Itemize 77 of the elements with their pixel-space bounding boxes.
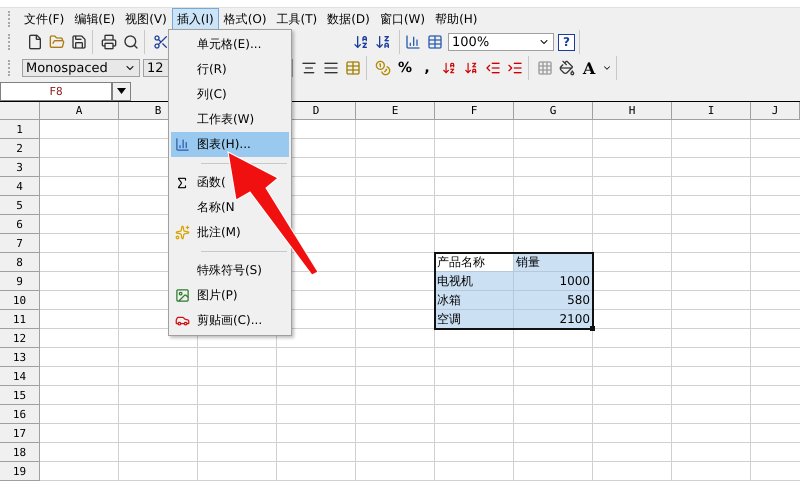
row-header[interactable]: 14 xyxy=(0,367,40,386)
table-cell: 1000 xyxy=(514,272,593,291)
row-header[interactable]: 12 xyxy=(0,329,40,348)
column-header[interactable]: F xyxy=(435,102,514,120)
row-header[interactable]: 11 xyxy=(0,310,40,329)
print-icon[interactable] xyxy=(100,33,118,51)
row-header[interactable]: 4 xyxy=(0,177,40,196)
sort-ascending-icon[interactable] xyxy=(352,33,370,51)
new-file-icon[interactable] xyxy=(26,33,44,51)
row-header[interactable]: 9 xyxy=(0,272,40,291)
menu-item[interactable]: 帮助(H) xyxy=(430,8,482,30)
bar-chart-icon xyxy=(175,137,190,152)
sparkle-icon xyxy=(175,225,190,240)
triangle-down-icon xyxy=(117,88,126,94)
column-header[interactable]: H xyxy=(593,102,672,120)
column-header[interactable]: G xyxy=(514,102,593,120)
table-cell: 空调 xyxy=(435,310,514,329)
dropdown-button[interactable] xyxy=(112,82,131,100)
help-button[interactable]: ? xyxy=(558,34,575,50)
row-header[interactable]: 18 xyxy=(0,443,40,462)
sort-descending-icon[interactable] xyxy=(374,33,392,51)
table-icon[interactable] xyxy=(426,33,444,51)
menu-entry[interactable]: 单元格(E)... xyxy=(171,32,266,57)
column-header[interactable]: E xyxy=(356,102,435,120)
fill-color-icon[interactable] xyxy=(558,59,576,77)
menu-entry[interactable]: 函数( xyxy=(171,170,230,195)
table-cell: 580 xyxy=(514,291,593,310)
row-header[interactable]: 19 xyxy=(0,462,40,481)
fill-handle[interactable] xyxy=(590,326,595,331)
row-header[interactable]: 7 xyxy=(0,234,40,253)
format-button[interactable]: % xyxy=(396,59,414,77)
row-header[interactable]: 1 xyxy=(0,120,40,139)
save-icon[interactable] xyxy=(70,33,88,51)
menu-item[interactable]: 视图(V) xyxy=(120,8,172,30)
table-cell: 冰箱 xyxy=(435,291,514,310)
row-header[interactable]: 3 xyxy=(0,158,40,177)
menu-entry[interactable]: 行(R) xyxy=(171,57,231,82)
menu-item[interactable]: 文件(F) xyxy=(19,8,70,30)
coins-icon[interactable] xyxy=(374,59,392,77)
row-header[interactable]: 2 xyxy=(0,139,40,158)
row-header[interactable]: 16 xyxy=(0,405,40,424)
table-cell: 2100 xyxy=(514,310,593,329)
menu-item[interactable]: 工具(T) xyxy=(272,8,322,30)
font-color-button[interactable]: A xyxy=(580,59,598,77)
format-button[interactable]: , xyxy=(418,59,436,77)
preview-icon[interactable] xyxy=(122,33,140,51)
row-header[interactable]: 17 xyxy=(0,424,40,443)
font-combo[interactable]: Monospaced xyxy=(22,59,140,77)
menu-entry[interactable]: 图片(P) xyxy=(171,283,242,308)
menu-item[interactable]: 编辑(E) xyxy=(69,8,120,30)
chart-icon[interactable] xyxy=(404,33,422,51)
column-header[interactable]: A xyxy=(40,102,119,120)
menu-item[interactable]: 格式(O) xyxy=(218,8,272,30)
sigma-icon xyxy=(175,176,189,190)
row-header[interactable]: 15 xyxy=(0,386,40,405)
row-header[interactable]: 10 xyxy=(0,291,40,310)
menu-item[interactable]: 插入(I) xyxy=(172,8,219,30)
table-cell: 销量 xyxy=(514,253,593,272)
menu-entry[interactable]: 名称(N xyxy=(171,195,239,220)
table-cell: 电视机 xyxy=(435,272,514,291)
row-header[interactable]: 6 xyxy=(0,215,40,234)
menu-entry[interactable]: 特殊符号(S) xyxy=(171,258,266,283)
column-header[interactable]: I xyxy=(672,102,751,120)
column-header[interactable]: J xyxy=(751,102,800,120)
menu-entry[interactable]: 批注(M) xyxy=(171,220,245,245)
row-header[interactable]: 8 xyxy=(0,253,40,272)
name-box[interactable]: F8 xyxy=(0,82,112,100)
merge-cells-icon[interactable] xyxy=(344,59,362,77)
row-header[interactable]: 13 xyxy=(0,348,40,367)
zoom-combo[interactable]: 100% xyxy=(448,33,554,51)
row-header[interactable]: 5 xyxy=(0,196,40,215)
cut-icon[interactable] xyxy=(152,33,170,51)
menu-entry[interactable]: 剪贴画(C)... xyxy=(171,308,266,333)
menu-item[interactable]: 数据(D) xyxy=(322,8,375,30)
picture-icon xyxy=(175,288,190,303)
menu-item[interactable]: 窗口(W) xyxy=(374,8,430,30)
menu-entry[interactable]: 图表(H)... xyxy=(171,132,289,157)
